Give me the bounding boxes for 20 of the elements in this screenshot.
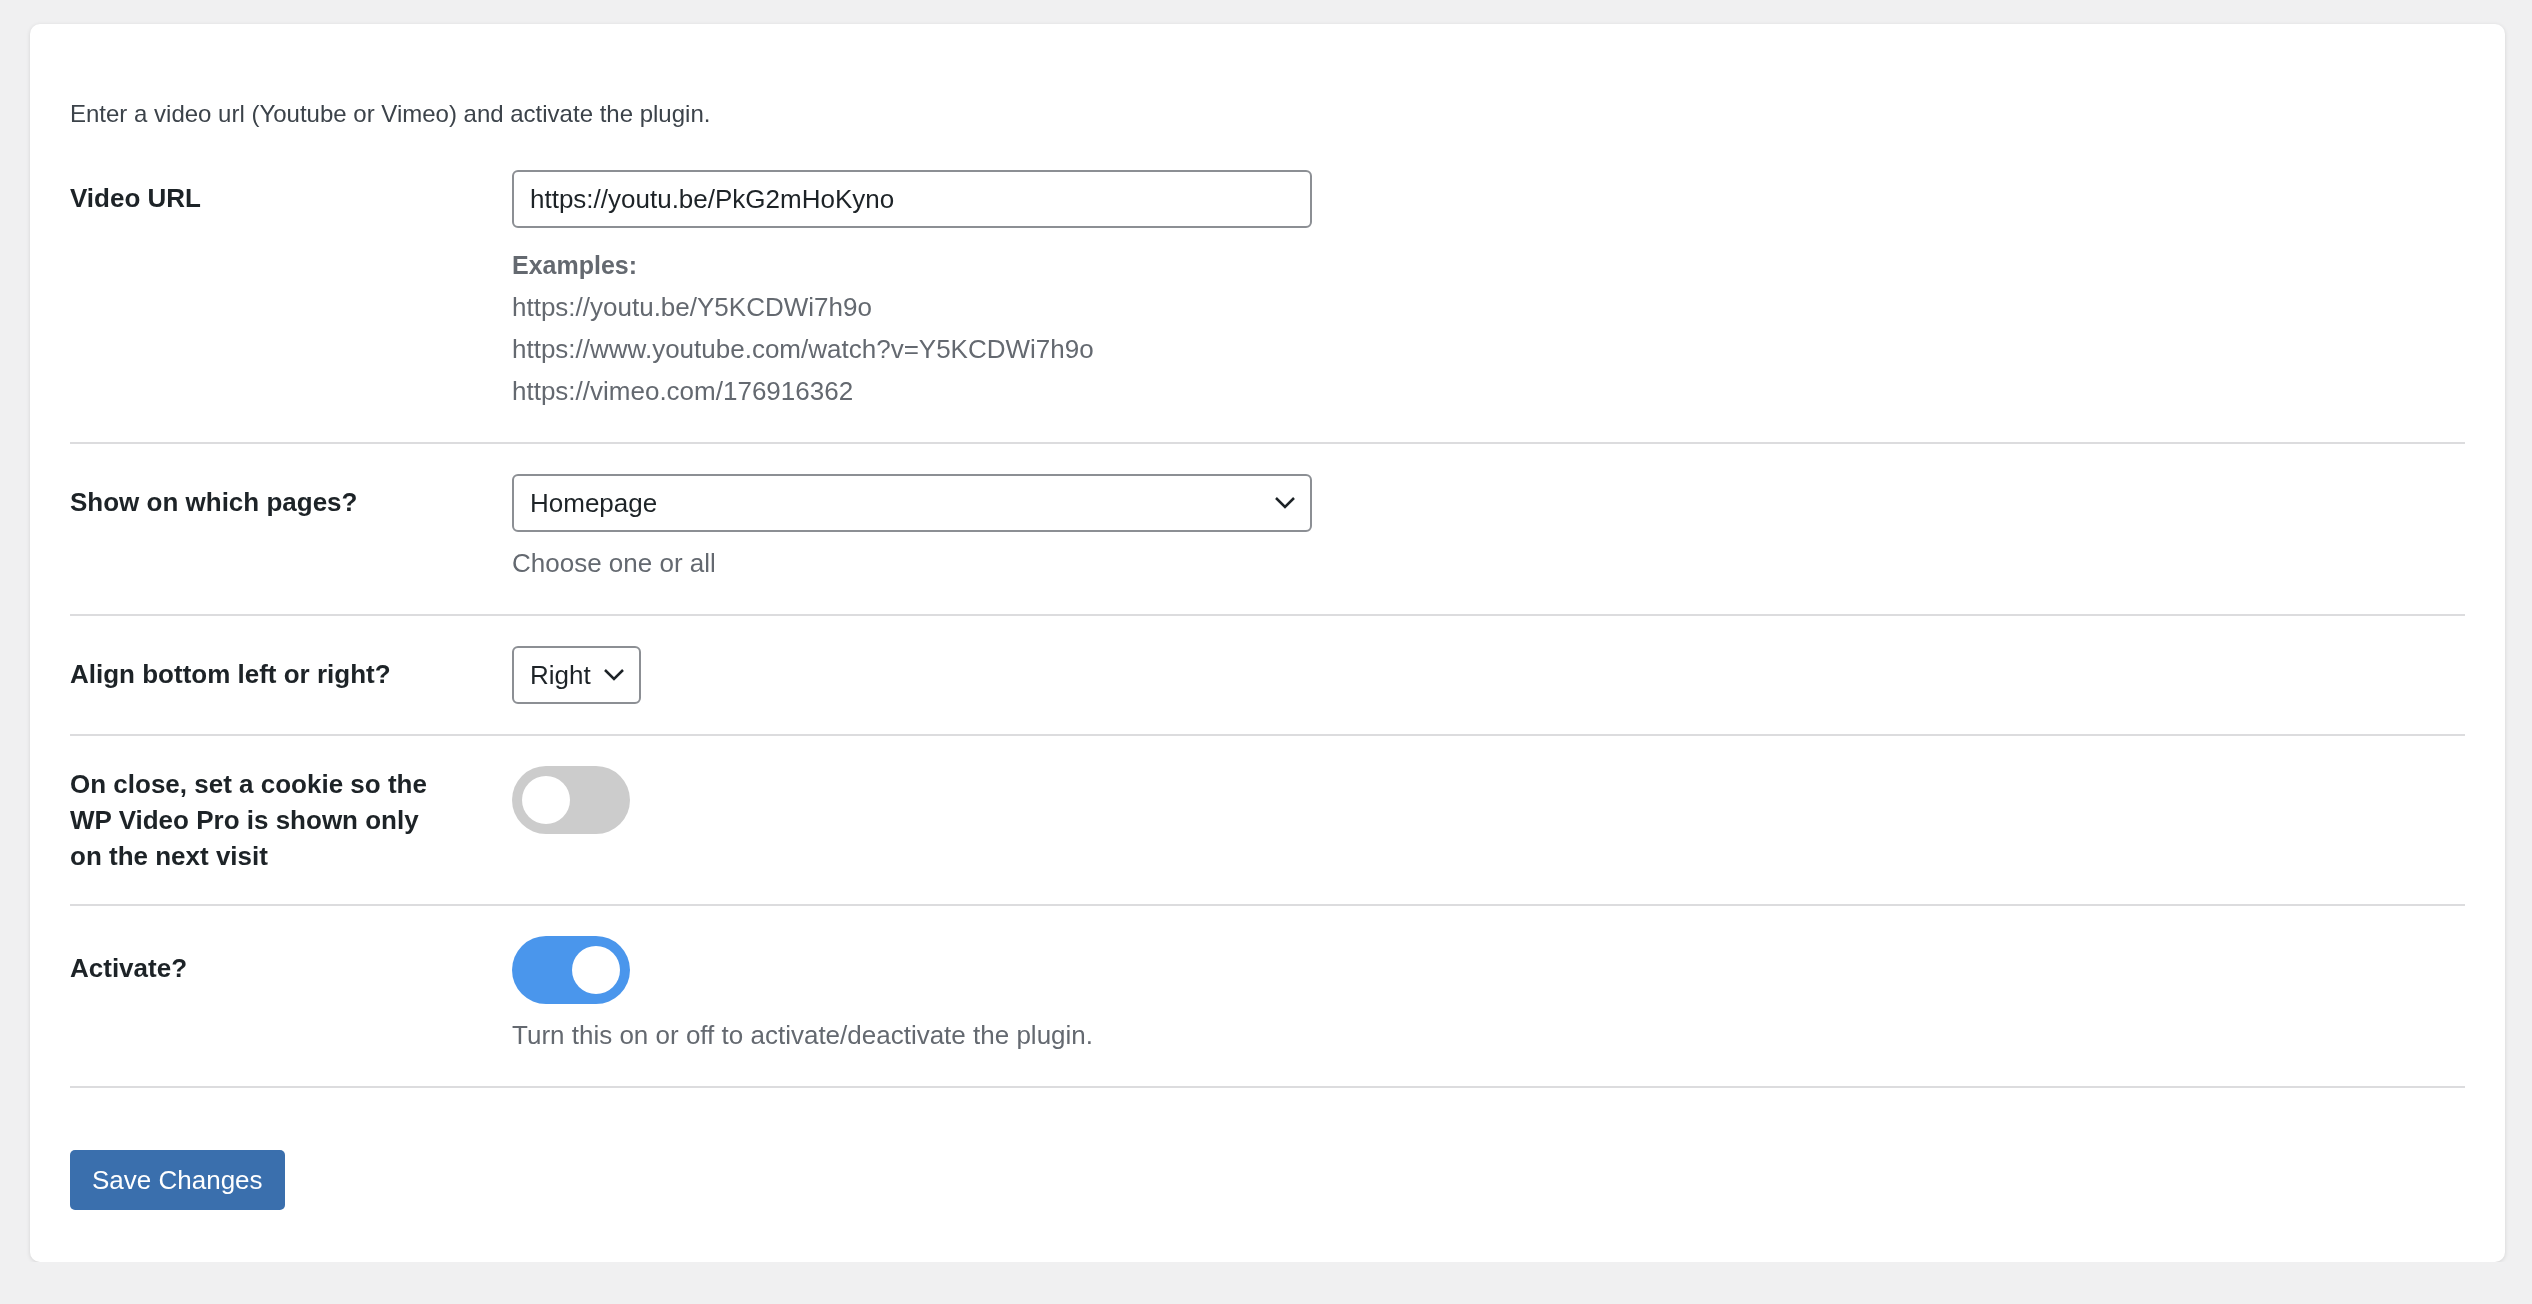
help-text: https://youtu.be/Y5KCDWi7h9o [512, 291, 872, 324]
chevron-down-icon [1274, 496, 1296, 510]
help-text: https://vimeo.com/176916362 [512, 375, 854, 408]
chevron-down-icon [602, 668, 625, 682]
help-text: Choose one or all [512, 547, 716, 580]
field-label: Video URL [70, 182, 202, 215]
help-text: Turn this on or off to activate/deactivate the plugin. [512, 1019, 1093, 1052]
field-label: Activate? [70, 952, 189, 985]
select-value: Right [530, 659, 591, 691]
help-title: Examples: [512, 250, 638, 281]
help-text: https://www.youtube.com/watch?v=Y5KCDWi7h9o [512, 333, 1094, 366]
field-label: Show on which pages? [70, 486, 359, 519]
save-changes-button[interactable]: Save Changes [70, 1150, 285, 1210]
intro-text: Enter a video url (Youtube or Vimeo) and activate the plugin. [70, 100, 712, 128]
select-value: Homepage [530, 487, 658, 519]
field-label: On close, set a cookie so the WP Video Pro is shown only on the next visit [70, 768, 428, 873]
select-dropdown[interactable]: Homepage [512, 474, 1312, 532]
field-label: Align bottom left or right? [70, 658, 392, 691]
select-dropdown[interactable]: Right [512, 646, 641, 704]
video-url-input[interactable]: https://youtu.be/PkG2mHoKyno [512, 170, 1312, 228]
